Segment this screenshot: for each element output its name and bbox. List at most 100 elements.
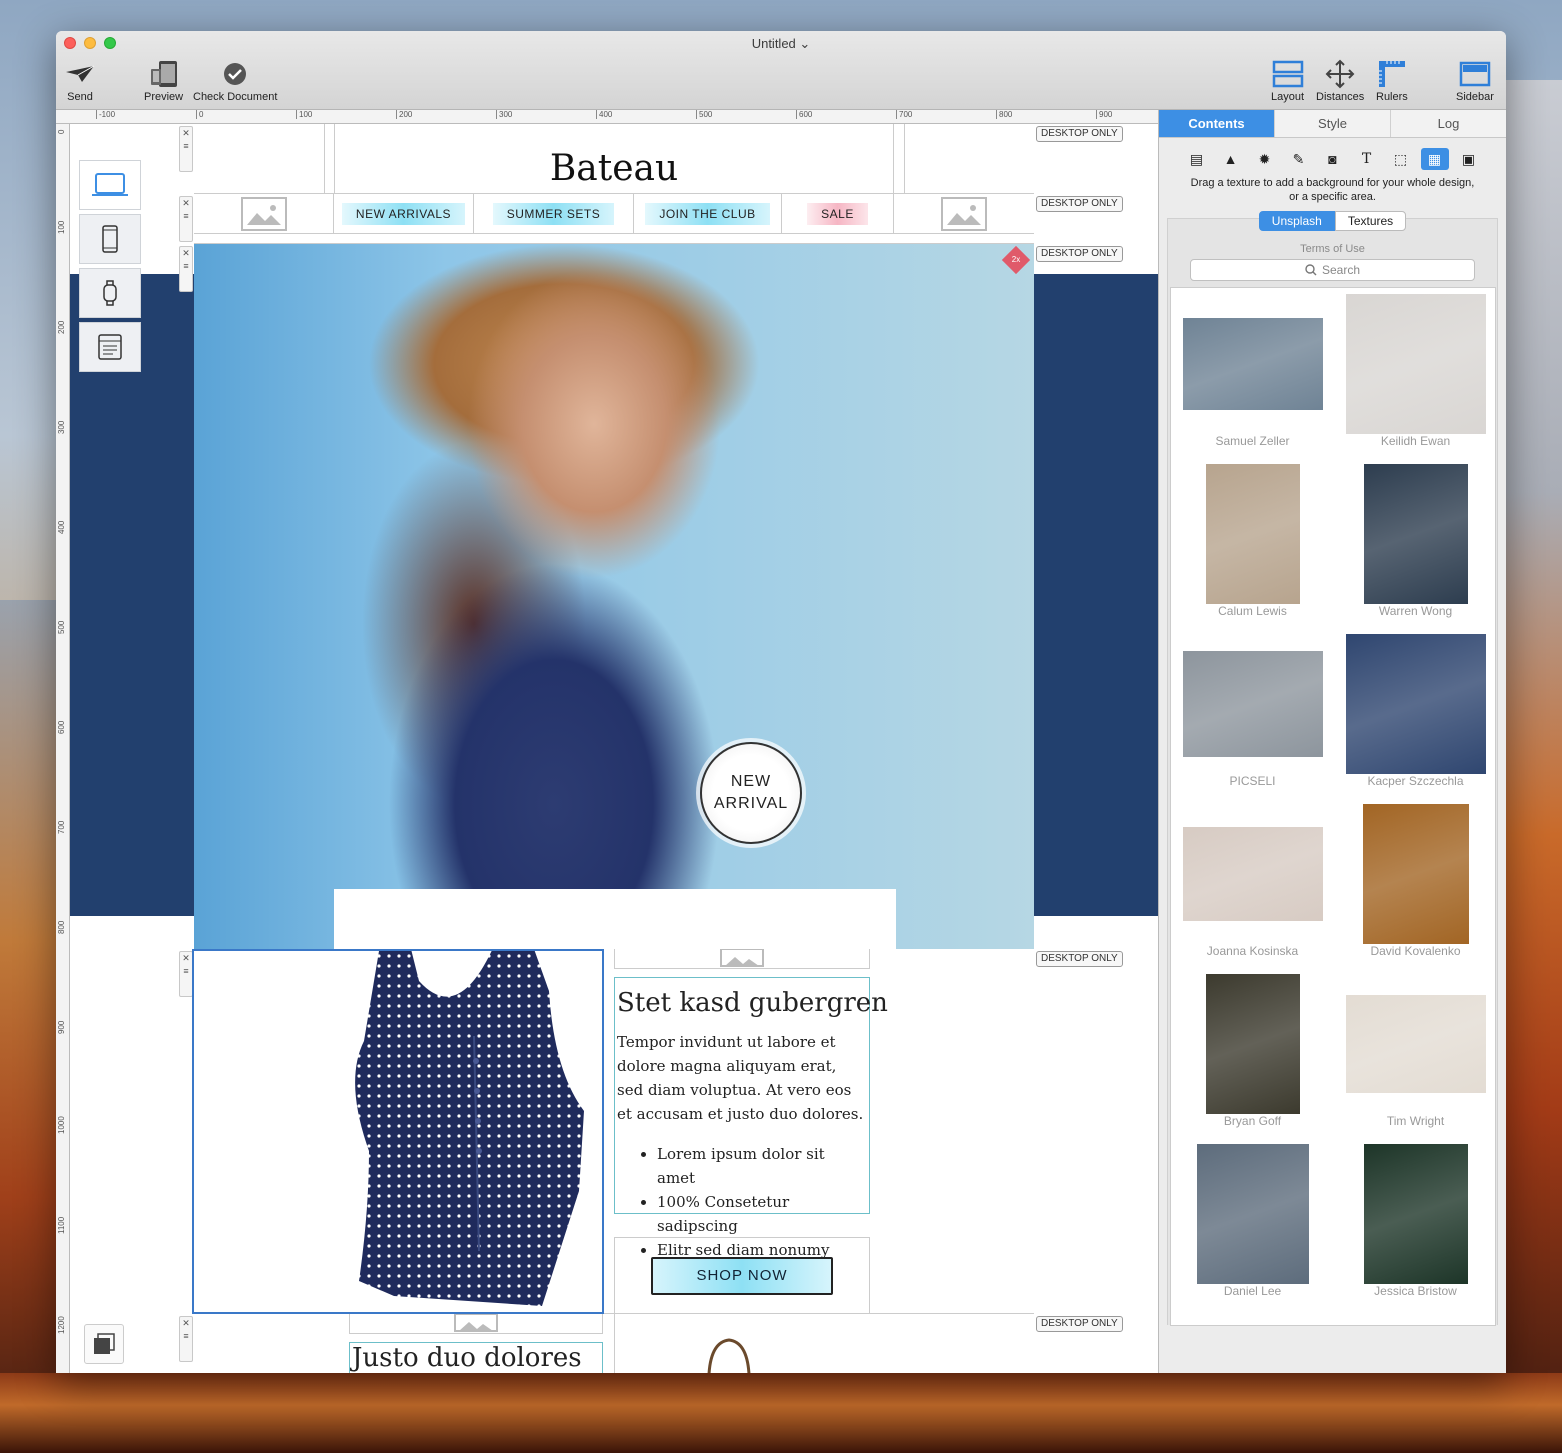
photo-icon[interactable]: ▣ <box>1455 148 1483 170</box>
product-text-block[interactable]: Stet kasd gubergren Tempor invidunt ut l… <box>614 977 888 1259</box>
check-document-button[interactable]: Check Document <box>193 59 277 103</box>
image-placeholder-top[interactable] <box>349 1314 603 1334</box>
tab-log[interactable]: Log <box>1391 110 1506 137</box>
phone-view-button[interactable] <box>79 214 141 264</box>
thumbnail-credit: Calum Lewis <box>1218 604 1287 618</box>
thumbnail-image <box>1345 294 1486 434</box>
new-arrival-badge[interactable]: NEW ARRIVAL <box>700 742 802 844</box>
texture-thumbnail[interactable]: Daniel Lee <box>1171 1138 1334 1308</box>
image-placeholder-icon <box>454 1314 498 1332</box>
row-handle-next[interactable]: ✕ ≡ <box>179 1316 193 1362</box>
brand-title[interactable]: Bateau <box>334 124 894 194</box>
layout-button[interactable]: Layout <box>1271 59 1304 103</box>
next-product-title[interactable]: Justo duo dolores <box>349 1342 603 1373</box>
plain-text-view-button[interactable] <box>79 322 141 372</box>
zoom-fit-button[interactable] <box>84 1324 124 1364</box>
horizontal-ruler[interactable]: -100 0 100 200 300 400 500 600 700 800 900 <box>56 110 1158 124</box>
rulers-button[interactable]: Rulers <box>1376 59 1408 103</box>
ruler-tick-label: 300 <box>496 110 512 119</box>
shop-now-button[interactable]: SHOP NOW <box>651 1256 833 1295</box>
header-row[interactable]: Bateau <box>194 124 1034 194</box>
send-button[interactable]: Send <box>64 59 96 103</box>
ruler-tick-label: 1100 <box>57 1216 66 1234</box>
texture-thumbnail[interactable]: David Kovalenko <box>1334 798 1495 968</box>
selection-icon[interactable]: ⬚ <box>1387 148 1415 170</box>
texture-thumbnail[interactable]: Bryan Goff <box>1171 968 1334 1138</box>
row-handle-nav[interactable]: ✕ ≡ <box>179 196 193 242</box>
texture-thumbnail[interactable]: Kacper Szczechla <box>1334 628 1495 798</box>
row-handle-hero[interactable]: ✕ ≡ <box>179 246 193 292</box>
bag-image[interactable] <box>699 1334 759 1373</box>
texture-thumbnail[interactable]: Samuel Zeller <box>1171 288 1334 458</box>
vertical-ruler[interactable]: 0 100 200 300 400 500 600 700 800 900 1000 1100 1200 <box>56 124 70 1373</box>
desktop-view-button[interactable] <box>79 160 141 210</box>
texture-thumbnail[interactable]: PICSELI <box>1171 628 1334 798</box>
shop-now-block: SHOP NOW <box>614 1237 870 1314</box>
tab-style[interactable]: Style <box>1275 110 1391 137</box>
texture-thumbnail[interactable]: Joanna Kosinska <box>1171 798 1334 968</box>
desktop-only-badge[interactable]: DESKTOP ONLY <box>1036 196 1123 212</box>
row-handle-product[interactable]: ✕ ≡ <box>179 951 193 997</box>
texture-thumbnail[interactable]: Keilidh Ewan <box>1334 288 1495 458</box>
texture-icon[interactable]: ▦ <box>1420 148 1449 170</box>
ruler-tick-label: 600 <box>57 720 66 734</box>
product-row: Stet kasd gubergren Tempor invidunt ut l… <box>192 921 1034 1314</box>
sidebar-tabs: Contents Style Log <box>1159 110 1506 138</box>
ruler-tick-label: 200 <box>396 110 412 119</box>
watch-view-button[interactable] <box>79 268 141 318</box>
nav-image-right[interactable] <box>894 194 1034 234</box>
image-placeholder-icon <box>947 205 981 225</box>
window-title[interactable]: Untitled ⌄ <box>56 36 1506 52</box>
watch-icon <box>103 280 117 306</box>
desktop-only-badge[interactable]: DESKTOP ONLY <box>1036 126 1123 142</box>
texture-thumbnail[interactable]: Calum Lewis <box>1171 458 1334 628</box>
blocks-icon[interactable]: ▤ <box>1183 148 1211 170</box>
video-icon[interactable]: ◙ <box>1319 148 1347 170</box>
row-handle-header[interactable]: ✕ ≡ <box>179 126 193 172</box>
image-placeholder-icon <box>720 949 764 967</box>
shapes-icon[interactable]: ▲ <box>1217 148 1245 170</box>
source-textures[interactable]: Textures <box>1334 211 1407 231</box>
badge-icon[interactable]: ✹ <box>1251 148 1279 170</box>
preview-button[interactable]: Preview <box>144 59 183 103</box>
nav-item-sale[interactable]: SALE <box>782 194 894 234</box>
product-title: Stet kasd gubergren <box>617 988 888 1018</box>
source-unsplash[interactable]: Unsplash <box>1258 211 1335 231</box>
devices-icon <box>150 61 177 87</box>
list-item: Lorem ipsum dolor sit amet <box>657 1142 867 1190</box>
desktop-only-badge[interactable]: DESKTOP ONLY <box>1036 1316 1123 1332</box>
sidebar-label: Sidebar <box>1456 91 1494 103</box>
texture-thumbnail[interactable] <box>1334 1308 1495 1325</box>
texture-thumbnail[interactable] <box>1171 1308 1334 1325</box>
nav-item-new-arrivals[interactable]: NEW ARRIVALS <box>334 194 474 234</box>
desktop-only-badge[interactable]: DESKTOP ONLY <box>1036 951 1123 967</box>
nav-item-summer-sets[interactable]: SUMMER SETS <box>474 194 634 234</box>
distances-button[interactable]: Distances <box>1316 59 1364 103</box>
rulers-icon <box>1378 61 1405 87</box>
product-image[interactable] <box>192 921 604 1314</box>
nav-image-left[interactable] <box>194 194 334 234</box>
send-label: Send <box>67 91 93 103</box>
device-switcher <box>79 160 141 372</box>
terms-of-use-link[interactable]: Terms of Use <box>1168 243 1497 255</box>
design-canvas[interactable]: ✕ ≡ ✕ ≡ ✕ ≡ ✕ ≡ ✕ ≡ DESKTOP ONLY DESKTOP ONLY… <box>70 124 1158 1373</box>
thumbnail-credit: David Kovalenko <box>1370 944 1461 958</box>
nav-item-join-the-club[interactable]: JOIN THE CLUB <box>634 194 782 234</box>
layers-icon <box>94 1333 115 1354</box>
hero-image[interactable]: 2x NEW ARRIVAL <box>194 244 1034 949</box>
texture-thumbnail[interactable]: Jessica Bristow <box>1334 1138 1495 1308</box>
texture-thumbnail[interactable]: Warren Wong <box>1334 458 1495 628</box>
sidebar-button[interactable]: Sidebar <box>1456 59 1494 103</box>
text-icon[interactable]: T <box>1353 148 1381 170</box>
email-template: Bateau NEW ARRIVALS SUMMER SETS JOIN THE… <box>192 124 1034 1373</box>
tab-contents[interactable]: Contents <box>1159 110 1275 137</box>
thumbnail-credit: Daniel Lee <box>1223 1284 1282 1298</box>
desktop-only-badge[interactable]: DESKTOP ONLY <box>1036 246 1123 262</box>
distances-label: Distances <box>1316 91 1365 103</box>
ruler-tick-label: 700 <box>896 110 912 119</box>
texture-thumbnail[interactable]: Tim Wright <box>1334 968 1495 1138</box>
brush-icon[interactable]: ✎ <box>1285 148 1313 170</box>
search-input[interactable]: Search <box>1190 259 1475 281</box>
image-placeholder-top[interactable] <box>614 949 870 969</box>
source-switcher: Unsplash Textures <box>1168 211 1497 231</box>
